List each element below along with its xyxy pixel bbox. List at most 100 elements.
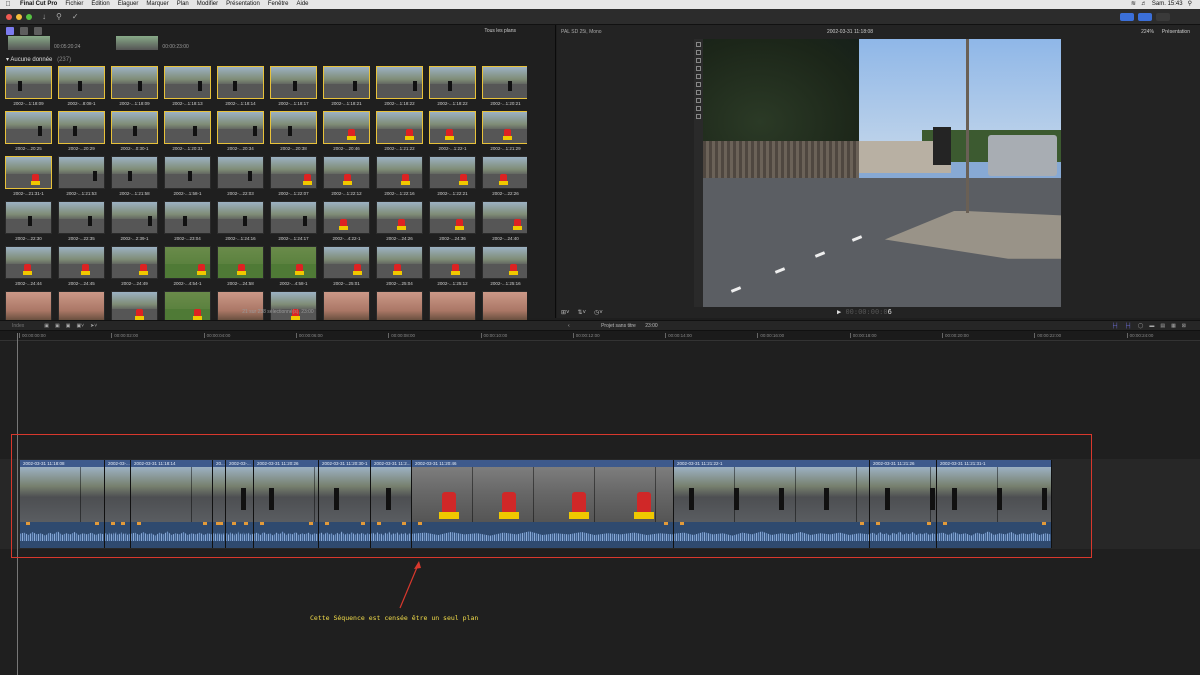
menu-plan[interactable]: Plan — [173, 0, 193, 9]
zoom-icon[interactable] — [26, 13, 32, 20]
clip-thumbnail[interactable]: 2002-...20:34 — [217, 111, 264, 156]
clip-thumbnail[interactable]: 2002-...1:18:22 — [429, 66, 476, 111]
clip-thumbnail[interactable]: 2002-...24:26 — [376, 201, 423, 246]
audio-fade-handle[interactable] — [111, 522, 115, 525]
clip-filter-dropdown[interactable]: Tous les plans — [484, 28, 516, 34]
clip-audio-waveform[interactable] — [674, 522, 869, 548]
audio-fade-handle[interactable] — [216, 522, 220, 525]
timeline-clip[interactable]: 2002-03-31 11:20:26 — [254, 460, 319, 548]
audio-fade-handle[interactable] — [203, 522, 207, 525]
inspector-toggle-icon[interactable] — [1156, 12, 1170, 21]
clip-thumbnail[interactable]: 2002-...1:24:16 — [217, 201, 264, 246]
clip-audio-waveform[interactable] — [20, 522, 104, 548]
clip-thumbnail[interactable]: 2002-...4:54-1 — [164, 246, 211, 291]
timeline-clip[interactable]: 2002-03-... — [105, 460, 131, 548]
apple-icon[interactable]:  — [0, 0, 16, 9]
playhead[interactable] — [17, 333, 18, 675]
timeline-clip[interactable]: 2002-03-31 11:20:30-1 — [319, 460, 371, 548]
clip-thumbnail[interactable]: 2002-...1:22:12 — [323, 156, 370, 201]
clip-thumbnail[interactable]: 2002-...1:21:58 — [111, 156, 158, 201]
clip-thumbnail[interactable]: 2002-...20:29 — [58, 111, 105, 156]
clip-thumbnail[interactable]: 2002-...0:30-1 — [111, 111, 158, 156]
transform-icon[interactable]: ⇅˅ — [578, 309, 587, 316]
menu-fenetre[interactable]: Fenêtre — [264, 0, 293, 9]
clip-thumbnail[interactable]: 2002-...1:18:09 — [5, 66, 52, 111]
audio-fade-handle[interactable] — [927, 522, 931, 525]
menu-modifier[interactable]: Modifier — [193, 0, 222, 9]
clip-thumbnail[interactable]: 2002-...1:24:17 — [270, 201, 317, 246]
clip-thumbnail[interactable]: 2002-...20:38 — [270, 111, 317, 156]
video-frame[interactable] — [694, 39, 1061, 307]
clip-thumbnail[interactable]: 2002-...1:18:22 — [376, 66, 423, 111]
clip-thumbnail[interactable]: 2002-...1:21:22 — [376, 111, 423, 156]
clip-thumbnail[interactable]: 2002-...1:20:31 — [164, 111, 211, 156]
search-icon[interactable]: ⚲ — [1188, 0, 1192, 9]
clip-appearance-icon[interactable]: ▤ — [1160, 323, 1165, 329]
snapping-icon[interactable]: ▬ — [1149, 323, 1154, 329]
overwrite-clip-icon[interactable]: ▣˅ — [76, 323, 84, 329]
insert-clip-icon[interactable]: ▣ — [55, 323, 60, 329]
clip-thumbnail[interactable]: 2002-...24:45 — [58, 246, 105, 291]
select-tool-icon[interactable]: ➤˅ — [90, 323, 97, 329]
clip-thumbnail[interactable]: 2002-...24:44 — [5, 246, 52, 291]
clip-thumbnail[interactable]: 2002-...4:22-1 — [323, 201, 370, 246]
titles-icon[interactable] — [34, 27, 42, 35]
timeline-clip[interactable]: 2002-03-31 11:18:08 — [20, 460, 105, 548]
clip-thumbnail[interactable]: 2002-...22:03 — [217, 156, 264, 201]
append-clip-icon[interactable]: ▣ — [66, 323, 71, 329]
minimize-icon[interactable] — [16, 13, 22, 20]
menu-fichier[interactable]: Fichier — [61, 0, 87, 9]
clip-thumbnail[interactable]: 2002-...1:22-1 — [429, 111, 476, 156]
clip-audio-waveform[interactable] — [870, 522, 936, 548]
timeline-clip[interactable]: 2002-03-... — [226, 460, 254, 548]
disclosure-triangle-icon[interactable]: ▾ — [6, 57, 9, 63]
clip-audio-waveform[interactable] — [254, 522, 318, 548]
menu-presentation[interactable]: Présentation — [222, 0, 264, 9]
clip-thumbnail[interactable]: 2002-...24:49 — [111, 246, 158, 291]
play-icon[interactable]: ▶ — [837, 308, 841, 316]
index-button[interactable]: Index — [12, 323, 24, 329]
audio-fade-handle[interactable] — [260, 522, 264, 525]
zoom-dropdown[interactable]: 224% — [1141, 29, 1154, 35]
timeline-clip[interactable]: 2002-03-31 11:20:46 — [412, 460, 674, 548]
timeline-clip[interactable]: 2002-03-31 11:2... — [371, 460, 412, 548]
clip-thumbnail[interactable]: 2002-...1:25:12 — [429, 246, 476, 291]
key-icon[interactable]: ⚲ — [56, 12, 62, 21]
audio-fade-handle[interactable] — [664, 522, 668, 525]
audio-fade-handle[interactable] — [402, 522, 406, 525]
clip-thumbnail[interactable]: 2002-...22:26 — [482, 156, 527, 201]
clip-audio-waveform[interactable] — [937, 522, 1051, 548]
menu-aide[interactable]: Aide — [293, 0, 313, 9]
connect-clip-icon[interactable]: ▣ — [44, 323, 49, 329]
clip-thumbnail[interactable]: 2002-...20:46 — [323, 111, 370, 156]
section-header[interactable]: ▾ Aucune donnée (237) — [6, 56, 71, 63]
transitions-browser-icon[interactable]: ⊠ — [1182, 323, 1186, 329]
clip-thumbnail[interactable]: 2002-...1:22:16 — [376, 156, 423, 201]
effects-browser-icon[interactable]: ▦ — [1171, 323, 1176, 329]
clip-thumbnail[interactable]: 2002-...1:18:17 — [270, 66, 317, 111]
top-clip[interactable]: 00:00:23:00 — [116, 36, 189, 50]
photos-icon[interactable] — [20, 27, 28, 35]
clip-thumbnail[interactable]: 2002-...22:35 — [58, 201, 105, 246]
clip-audio-waveform[interactable] — [319, 522, 370, 548]
audio-fade-handle[interactable] — [121, 522, 125, 525]
clip-thumbnail[interactable]: 2002-...4:58-1 — [270, 246, 317, 291]
clip-audio-waveform[interactable] — [105, 522, 130, 548]
clip-thumbnail[interactable]: 2002-...1:18:14 — [217, 66, 264, 111]
crop-icon[interactable]: ⊞˅ — [561, 309, 570, 316]
top-clip[interactable]: 00:05:20:24 — [8, 36, 80, 50]
checkmark-icon[interactable]: ✓ — [72, 12, 79, 21]
solo-icon[interactable]: ◯ — [1138, 323, 1144, 329]
timeline-toggle-icon[interactable] — [1138, 12, 1152, 21]
clip-audio-waveform[interactable] — [226, 522, 253, 548]
close-icon[interactable] — [6, 13, 12, 20]
audio-fade-handle[interactable] — [309, 522, 313, 525]
speed-icon[interactable]: ◷˅ — [594, 309, 603, 316]
audio-fade-handle[interactable] — [137, 522, 141, 525]
presentation-dropdown[interactable]: Présentation — [1162, 29, 1190, 35]
clip-thumbnail[interactable]: 2002-...1:18:13 — [164, 66, 211, 111]
clip-thumbnail[interactable]: 2002-...1:21:29 — [482, 111, 527, 156]
clip-audio-waveform[interactable] — [213, 522, 225, 548]
audio-fade-handle[interactable] — [232, 522, 236, 525]
browser-toggle-icon[interactable] — [1120, 12, 1134, 21]
